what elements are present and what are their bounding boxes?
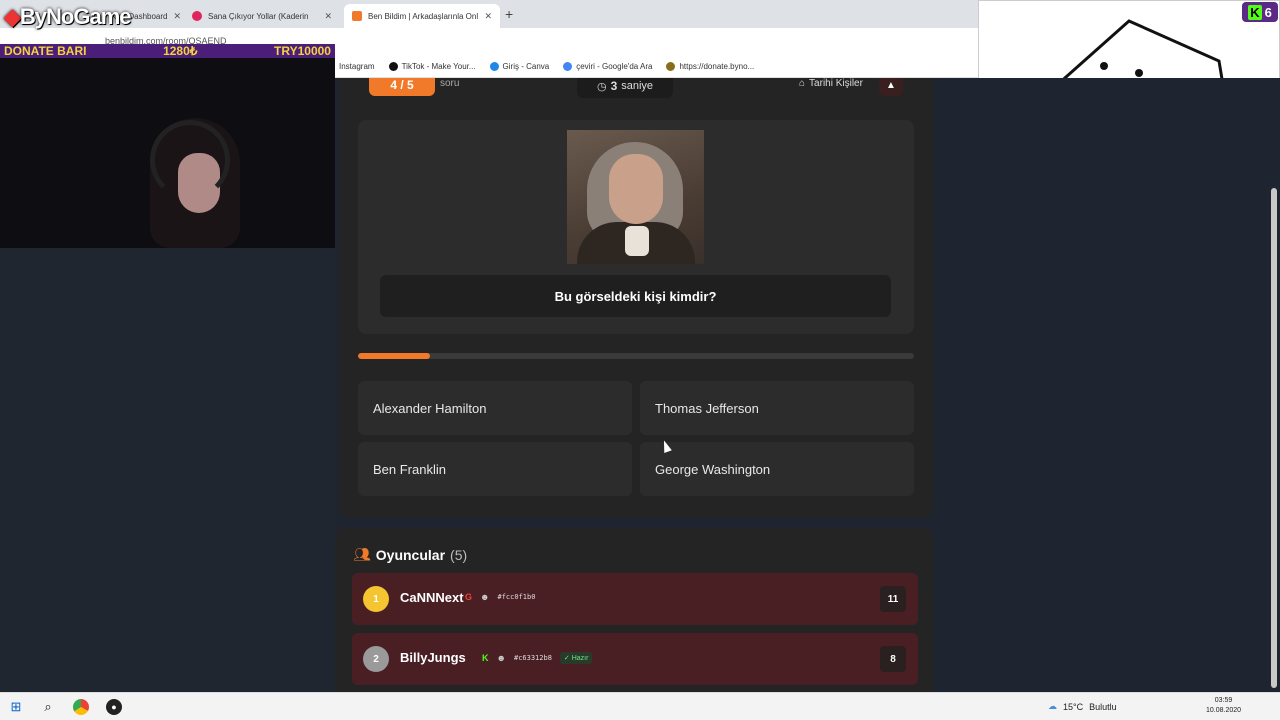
kick-icon: K <box>482 653 489 663</box>
tab-label: Ben Bildim | Arkadaşlarınla Onl <box>368 11 479 21</box>
weather-desc: Bulutlu <box>1089 701 1117 712</box>
question-progress-sub: soru <box>440 78 460 89</box>
donate-label: DONATE BARI <box>4 44 87 58</box>
bookmark-label: TikTok - Make Your... <box>401 62 476 71</box>
canva-icon <box>489 62 499 71</box>
bookmark-canva[interactable]: Giriş - Canva <box>489 62 550 71</box>
windows-start-icon[interactable]: ⊞ <box>8 699 24 715</box>
users-icon: 👥︎ <box>353 546 371 562</box>
tab-youtube-song[interactable]: Sana Çıkıyor Yollar (Kaderin ✕ <box>184 4 340 28</box>
user-icon: ☻ <box>480 592 490 602</box>
user-icon: ☻ <box>496 653 506 663</box>
kick-icon: K <box>1248 4 1262 20</box>
players-header: 👥︎ Oyuncular (5) <box>353 546 467 563</box>
bookmark-instagram[interactable]: Instagram <box>339 62 375 71</box>
answer-option-2[interactable]: Thomas Jefferson <box>640 381 914 435</box>
player-meta: K ☻ #c63312b8 ✓ Hazır <box>482 652 593 664</box>
weather-widget[interactable]: ☁ 15°C Bulutlu <box>1048 701 1117 712</box>
weather-temp: 15°C <box>1063 701 1084 712</box>
player-name: BillyJungs <box>400 650 466 665</box>
quiz-panel: 4 / 5 soru ◷ 3 saniye ⌂ Tarihi Kişiler ▲… <box>339 78 933 518</box>
donate-bar: DONATE BARI 1280₺ TRY10000 <box>0 44 335 58</box>
time-progress-bar <box>358 353 914 359</box>
close-icon[interactable]: ✕ <box>478 11 492 22</box>
donate-current: 1280₺ <box>163 44 198 58</box>
report-button[interactable]: ▲ <box>879 78 903 96</box>
close-icon[interactable]: ✕ <box>167 11 180 22</box>
bookmark-label: Instagram <box>339 62 375 71</box>
player-hash: #fcc0f1b0 <box>497 593 536 601</box>
category-text: Tarihi Kişiler <box>809 78 863 89</box>
clock-date: 10.08.2020 <box>1206 707 1242 714</box>
chrome-icon[interactable] <box>73 699 89 715</box>
player-rank: 2 <box>363 646 389 672</box>
tab-favicon-icon <box>192 11 202 21</box>
players-count: (5) <box>450 546 468 563</box>
new-tab-button[interactable]: + <box>505 6 513 22</box>
player-name: CaNNNext <box>400 590 464 605</box>
logo-text: ByNoGame <box>19 4 132 29</box>
time-progress-fill <box>358 353 431 359</box>
question-progress-badge: 4 / 5 <box>369 78 435 96</box>
player-rank: 1 <box>363 586 389 612</box>
system-clock[interactable]: 03:59 10.08.2020 <box>1206 696 1241 716</box>
donate-goal: TRY10000 <box>274 44 331 58</box>
player-score: 11 <box>880 586 906 612</box>
player-meta: G ☻ #fcc0f1b0 <box>465 592 535 602</box>
tab-label: Sana Çıkıyor Yollar (Kaderin <box>208 11 309 21</box>
bookmark-label: Giriş - Canva <box>502 62 550 71</box>
page-scrollbar[interactable] <box>1271 188 1277 688</box>
player-score: 8 <box>880 646 906 672</box>
cloud-icon: ☁ <box>1048 701 1057 711</box>
player-hash: #c63312b8 <box>513 654 552 662</box>
kick-badge: K6 <box>1242 2 1278 22</box>
portrait-collar <box>625 226 649 256</box>
timer: ◷ 3 saniye <box>577 78 673 98</box>
tab-benbildim[interactable]: Ben Bildim | Arkadaşlarınla Onl ✕ <box>344 4 500 28</box>
donate-icon <box>666 62 676 71</box>
question-card: Bu görseldeki kişi kimdir? <box>358 120 914 334</box>
question-image <box>567 130 704 264</box>
windows-taskbar: ⊞ ⌕ ● ☁ 15°C Bulutlu 03:59 10.08.2020 <box>0 692 1280 720</box>
bynogame-logo: ◆ByNoGame <box>4 4 132 29</box>
bookmark-donate[interactable]: https://donate.byno... <box>666 62 754 71</box>
obs-icon[interactable]: ● <box>106 699 122 715</box>
question-text: Bu görseldeki kişi kimdir? <box>380 275 891 317</box>
bookmark-label: çeviri - Google'da Ara <box>576 62 653 71</box>
warning-icon: ▲ <box>886 79 896 91</box>
ready-text: Hazır <box>571 655 589 662</box>
answer-option-4[interactable]: George Washington <box>640 442 914 496</box>
game-page: 4 / 5 soru ◷ 3 saniye ⌂ Tarihi Kişiler ▲… <box>335 78 1280 692</box>
quiz-topbar: 4 / 5 soru ◷ 3 saniye ⌂ Tarihi Kişiler ▲ <box>339 78 933 100</box>
ready-badge: ✓ Hazır <box>559 652 593 664</box>
webcam-feed <box>0 58 335 248</box>
bookmark-tiktok[interactable]: TikTok - Make Your... <box>388 62 476 71</box>
player-row: 1 CaNNNext G ☻ #fcc0f1b0 11 <box>352 573 918 625</box>
search-icon[interactable]: ⌕ <box>40 699 56 715</box>
timer-unit: saniye <box>621 80 654 92</box>
portrait-face <box>609 154 663 224</box>
answer-option-1[interactable]: Alexander Hamilton <box>358 381 632 435</box>
players-title: Oyuncular <box>375 546 446 563</box>
clock-icon: ◷ <box>596 80 607 93</box>
tab-favicon-icon <box>352 11 362 21</box>
google-icon: G <box>465 592 473 602</box>
timer-value: 3 <box>610 79 618 93</box>
clock-time: 03:59 <box>1214 697 1233 704</box>
close-icon[interactable]: ✕ <box>318 11 332 22</box>
category-label: ⌂ Tarihi Kişiler <box>799 78 863 89</box>
tag-icon: ⌂ <box>799 78 806 89</box>
headset-icon <box>150 120 230 200</box>
player-row: 2 BillyJungs K ☻ #c63312b8 ✓ Hazır 8 <box>352 633 918 685</box>
kick-badge-count: 6 <box>1264 4 1272 20</box>
tiktok-icon <box>388 62 398 71</box>
bookmark-label: https://donate.byno... <box>679 62 755 71</box>
google-icon <box>563 62 573 71</box>
answer-option-3[interactable]: Ben Franklin <box>358 442 632 496</box>
players-panel: 👥︎ Oyuncular (5) 1 CaNNNext G ☻ #fcc0f1b… <box>335 528 933 692</box>
bookmark-google-translate[interactable]: çeviri - Google'da Ara <box>563 62 652 71</box>
